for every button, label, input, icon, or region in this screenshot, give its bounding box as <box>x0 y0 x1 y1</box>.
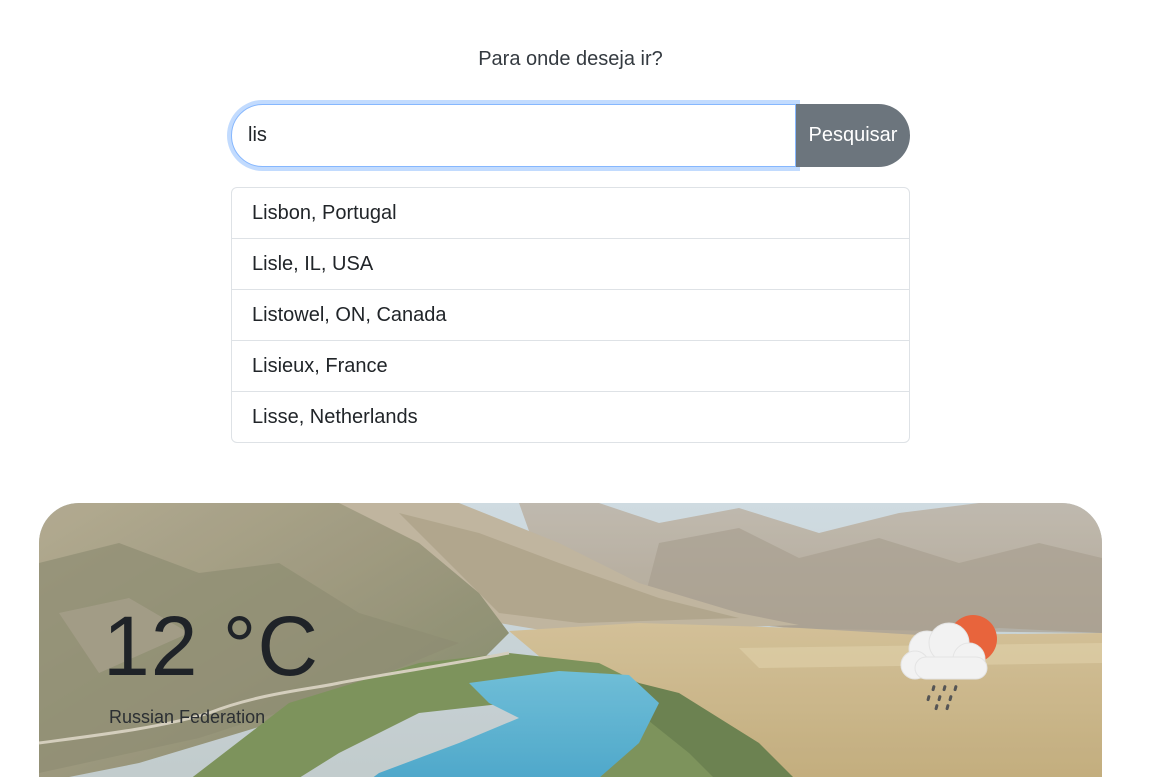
temperature-value: 12 °C <box>103 599 320 693</box>
search-prompt: Para onde deseja ir? <box>478 48 663 70</box>
suggestion-list: Lisbon, Portugal Lisle, IL, USA Listowel… <box>231 187 910 443</box>
search-group: Pesquisar <box>231 104 910 167</box>
suggestion-item[interactable]: Listowel, ON, Canada <box>232 290 909 341</box>
suggestion-item[interactable]: Lisse, Netherlands <box>232 392 909 442</box>
suggestion-item[interactable]: Lisbon, Portugal <box>232 188 909 239</box>
search-button[interactable]: Pesquisar <box>796 104 910 167</box>
cloud-sun-rain-icon <box>900 615 997 711</box>
weather-card: 12 °C Russian Federation <box>39 503 1102 777</box>
search-input[interactable] <box>231 104 796 167</box>
page: Para onde deseja ir? Pesquisar Lisbon, P… <box>0 0 1157 777</box>
suggestion-item[interactable]: Lisieux, France <box>232 341 909 392</box>
location-name: Russian Federation <box>109 707 266 727</box>
suggestion-item[interactable]: Lisle, IL, USA <box>232 239 909 290</box>
